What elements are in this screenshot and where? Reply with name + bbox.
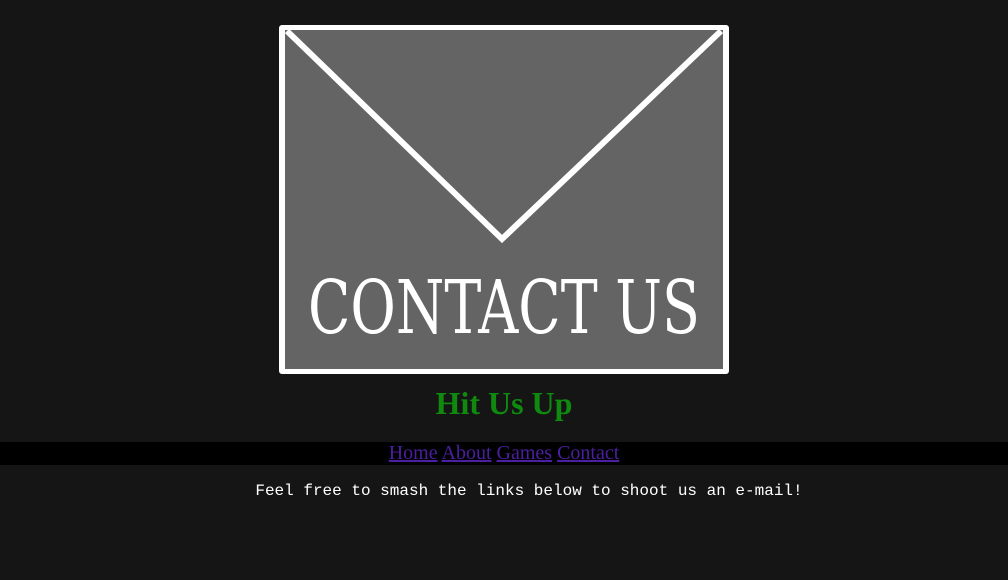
main-nav: Home About Games Contact	[0, 442, 1008, 465]
page-headline: Hit Us Up	[435, 385, 573, 421]
nav-link-contact[interactable]: Contact	[557, 442, 619, 464]
envelope-icon: CONTACT US	[284, 28, 724, 369]
contact-message: Feel free to smash the links below to sh…	[255, 482, 803, 500]
nav-link-about[interactable]: About	[442, 442, 492, 464]
contact-banner-image: CONTACT US	[279, 25, 729, 374]
banner-title: CONTACT US	[308, 265, 700, 351]
nav-link-home[interactable]: Home	[389, 442, 438, 464]
nav-link-games[interactable]: Games	[497, 442, 553, 464]
